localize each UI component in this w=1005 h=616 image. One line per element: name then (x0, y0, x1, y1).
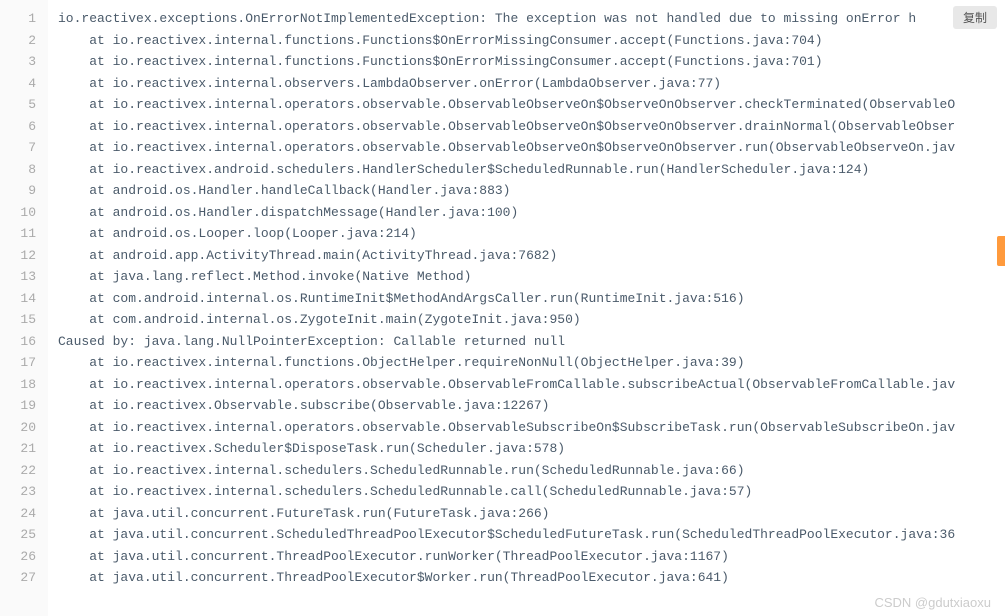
line-number: 21 (0, 438, 48, 460)
copy-button[interactable]: 复制 (953, 6, 997, 29)
code-line: at java.lang.reflect.Method.invoke(Nativ… (58, 266, 1005, 288)
line-number: 10 (0, 202, 48, 224)
line-number: 18 (0, 374, 48, 396)
code-line: at android.os.Handler.handleCallback(Han… (58, 180, 1005, 202)
line-number: 17 (0, 352, 48, 374)
line-number: 12 (0, 245, 48, 267)
line-number: 11 (0, 223, 48, 245)
code-line: at java.util.concurrent.ThreadPoolExecut… (58, 567, 1005, 589)
line-number: 23 (0, 481, 48, 503)
code-line: at io.reactivex.internal.schedulers.Sche… (58, 460, 1005, 482)
code-line: at io.reactivex.internal.operators.obser… (58, 374, 1005, 396)
line-number: 27 (0, 567, 48, 589)
line-number: 16 (0, 331, 48, 353)
code-line: at io.reactivex.internal.operators.obser… (58, 116, 1005, 138)
code-line: at io.reactivex.internal.schedulers.Sche… (58, 481, 1005, 503)
code-line: at java.util.concurrent.FutureTask.run(F… (58, 503, 1005, 525)
watermark-text: CSDN @gdutxiaoxu (874, 595, 991, 610)
code-line: at com.android.internal.os.ZygoteInit.ma… (58, 309, 1005, 331)
code-line: at java.util.concurrent.ThreadPoolExecut… (58, 546, 1005, 568)
line-number: 19 (0, 395, 48, 417)
code-line: at io.reactivex.internal.operators.obser… (58, 137, 1005, 159)
code-line: at android.app.ActivityThread.main(Activ… (58, 245, 1005, 267)
code-line: at android.os.Looper.loop(Looper.java:21… (58, 223, 1005, 245)
code-content: io.reactivex.exceptions.OnErrorNotImplem… (48, 0, 1005, 616)
code-line: at io.reactivex.internal.operators.obser… (58, 417, 1005, 439)
code-line: at io.reactivex.internal.functions.Funct… (58, 30, 1005, 52)
line-number: 6 (0, 116, 48, 138)
code-line: at java.util.concurrent.ScheduledThreadP… (58, 524, 1005, 546)
line-number: 13 (0, 266, 48, 288)
line-number: 25 (0, 524, 48, 546)
line-number: 26 (0, 546, 48, 568)
line-number: 1 (0, 8, 48, 30)
code-block: 1234567891011121314151617181920212223242… (0, 0, 1005, 616)
code-line: at android.os.Handler.dispatchMessage(Ha… (58, 202, 1005, 224)
line-number: 5 (0, 94, 48, 116)
code-line: at io.reactivex.internal.functions.Funct… (58, 51, 1005, 73)
line-number: 8 (0, 159, 48, 181)
code-line: at io.reactivex.Scheduler$DisposeTask.ru… (58, 438, 1005, 460)
code-line: at io.reactivex.internal.operators.obser… (58, 94, 1005, 116)
code-line: Caused by: java.lang.NullPointerExceptio… (58, 331, 1005, 353)
code-line: at io.reactivex.internal.functions.Objec… (58, 352, 1005, 374)
line-number: 3 (0, 51, 48, 73)
line-number: 9 (0, 180, 48, 202)
line-number: 20 (0, 417, 48, 439)
line-number: 7 (0, 137, 48, 159)
line-number: 4 (0, 73, 48, 95)
line-number: 22 (0, 460, 48, 482)
code-line: at io.reactivex.internal.observers.Lambd… (58, 73, 1005, 95)
line-number: 24 (0, 503, 48, 525)
code-line: io.reactivex.exceptions.OnErrorNotImplem… (58, 8, 1005, 30)
code-line: at com.android.internal.os.RuntimeInit$M… (58, 288, 1005, 310)
line-number-gutter: 1234567891011121314151617181920212223242… (0, 0, 48, 616)
line-number: 15 (0, 309, 48, 331)
line-number: 14 (0, 288, 48, 310)
code-line: at io.reactivex.Observable.subscribe(Obs… (58, 395, 1005, 417)
scroll-indicator (997, 236, 1005, 266)
code-line: at io.reactivex.android.schedulers.Handl… (58, 159, 1005, 181)
line-number: 2 (0, 30, 48, 52)
